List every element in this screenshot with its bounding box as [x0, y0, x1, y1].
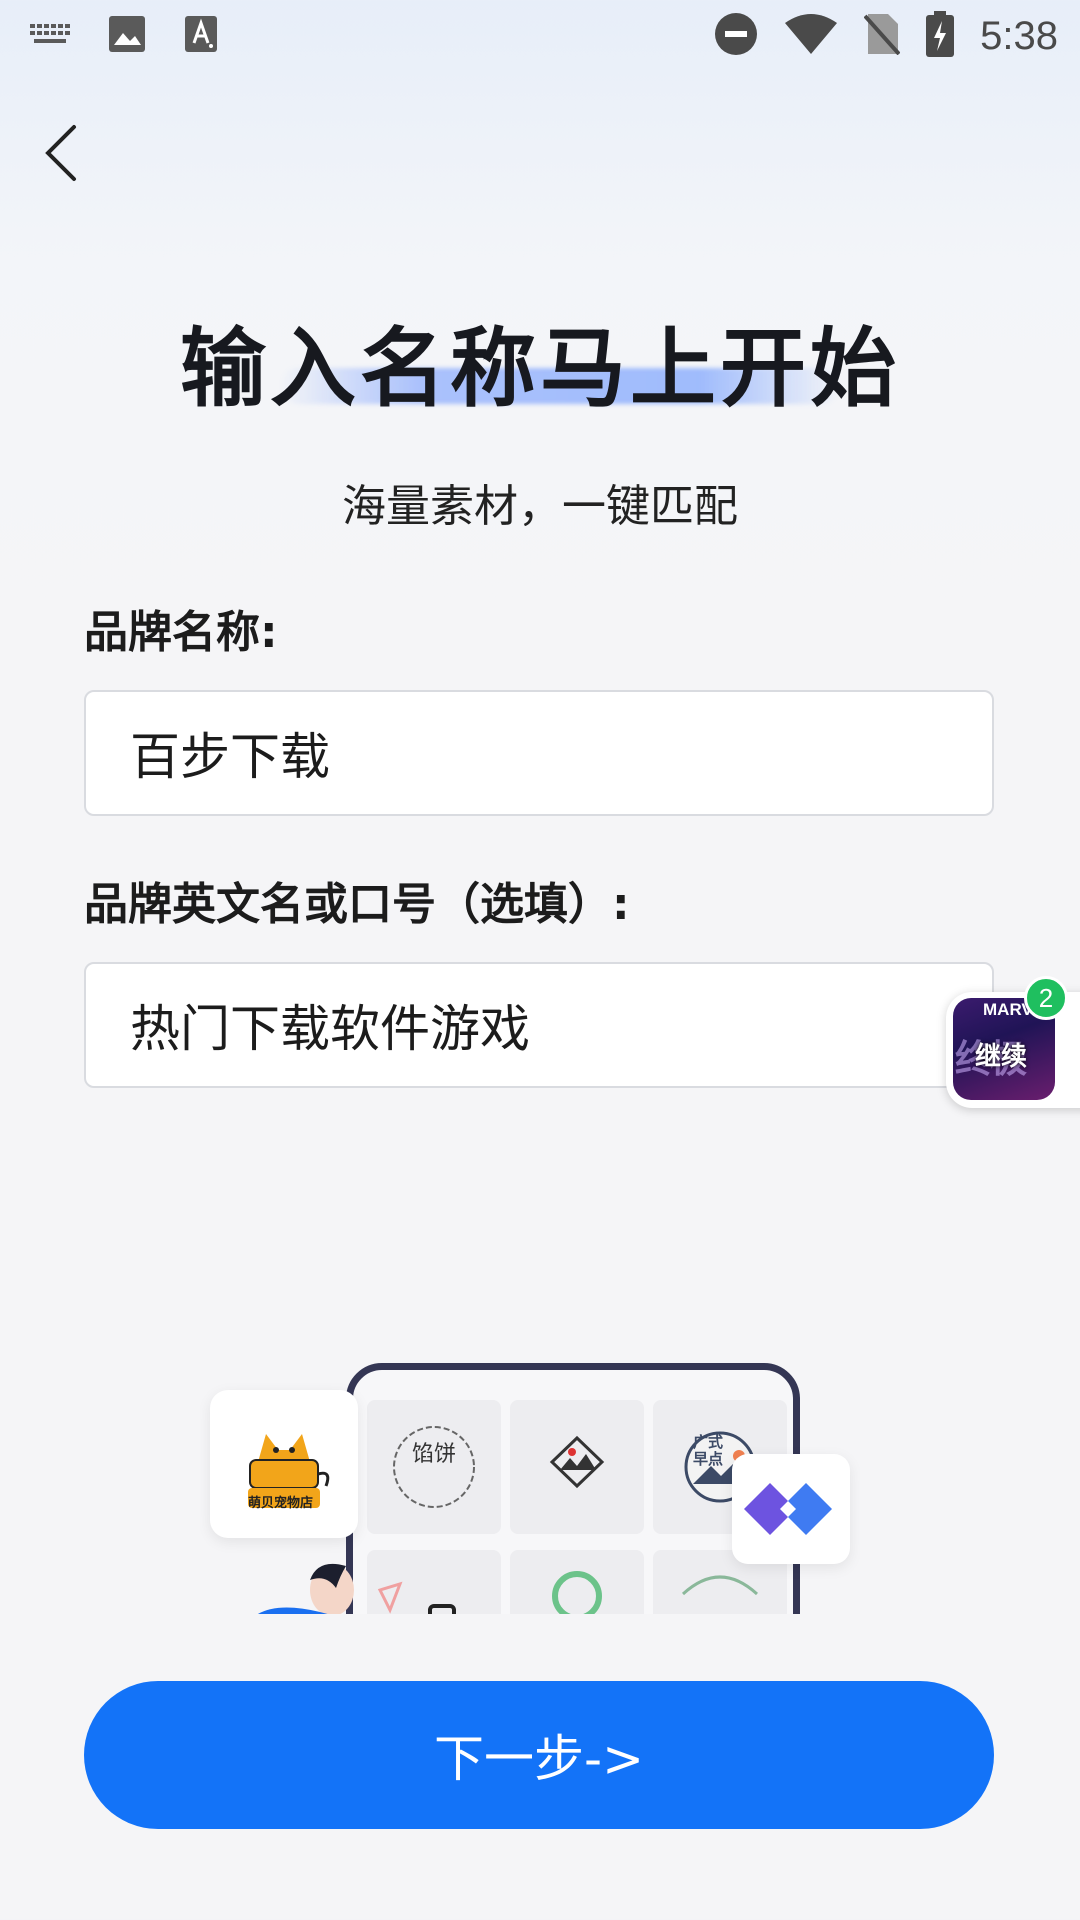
next-step-button[interactable]: 下一步-> — [84, 1681, 994, 1829]
brand-name-value: 百步下载 — [130, 728, 330, 786]
back-button[interactable] — [30, 120, 90, 190]
game-continue-text: 继续 — [975, 1042, 1028, 1072]
brand-slogan-value: 热门下载软件游戏 — [130, 1000, 530, 1058]
pet-store-label: 萌贝宠物店 — [248, 1496, 314, 1511]
next-step-label: 下一步-> — [434, 1730, 644, 1788]
keyboard-icon — [30, 22, 70, 50]
no-sim-icon — [863, 13, 901, 59]
font-icon — [184, 15, 218, 57]
brand-diamond-card — [732, 1454, 850, 1564]
status-time: 5:38 — [980, 13, 1058, 58]
image-icon — [108, 15, 146, 57]
wifi-icon — [784, 13, 838, 59]
illustration: 馅饼 广式早点 萌贝宠物店 — [200, 1360, 860, 1614]
page-title: 输入名称马上开始 — [180, 319, 900, 419]
brand-name-input[interactable]: 百步下载 — [84, 690, 994, 816]
tile-logo-text: 馅饼 — [411, 1442, 456, 1467]
brand-slogan-input[interactable]: 热门下载软件游戏 — [84, 962, 994, 1088]
status-bar-left — [30, 12, 218, 60]
battery-charging-icon — [926, 11, 955, 61]
logo-tile — [510, 1400, 644, 1534]
logo-tile: 馅饼 — [367, 1400, 501, 1534]
person-figure — [258, 1563, 456, 1614]
tile-logo-text: 广式早点 — [693, 1433, 724, 1468]
chevron-left-icon — [42, 123, 78, 187]
status-bar-right: 5:38 — [714, 8, 1058, 64]
pet-store-logo-card: 萌贝宠物店 — [210, 1390, 358, 1538]
brand-slogan-label: 品牌英文名或口号（选填）: — [84, 879, 630, 930]
page-subtitle: 海量素材，一键匹配 — [342, 481, 738, 532]
brand-name-label: 品牌名称: — [84, 607, 278, 658]
notification-badge: 2 — [1024, 976, 1068, 1020]
logo-tile — [510, 1550, 644, 1614]
do-not-disturb-icon — [714, 12, 758, 60]
